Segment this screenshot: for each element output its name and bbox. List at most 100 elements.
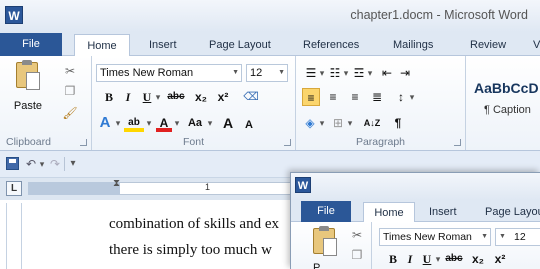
chevron-down-icon[interactable]: ▾: [408, 88, 416, 106]
align-center-icon[interactable]: ≡: [324, 88, 342, 106]
tab-references[interactable]: References: [303, 34, 359, 56]
clipboard-group-label: Clipboard: [6, 136, 51, 148]
chevron-down-icon[interactable]: ▾: [342, 64, 350, 82]
font-size-dropdown[interactable]: 12 ▼: [246, 64, 288, 82]
justify-icon[interactable]: ≣: [368, 88, 386, 106]
chevron-down-icon: ▼: [232, 69, 239, 76]
tab-page-layout[interactable]: Page Layout: [209, 34, 271, 56]
shading-icon[interactable]: ◈: [302, 114, 318, 132]
numbering-icon[interactable]: ☷: [328, 64, 342, 82]
redo-icon[interactable]: ↷: [48, 155, 62, 173]
shrink-font-button[interactable]: A: [242, 116, 256, 134]
align-right-icon[interactable]: ≡: [346, 88, 364, 106]
chevron-down-icon[interactable]: ▾: [346, 114, 354, 132]
tab-review[interactable]: Review: [470, 34, 506, 56]
underline-button[interactable]: U: [421, 250, 433, 268]
font-color-icon[interactable]: A: [156, 114, 172, 132]
paragraph-group: ☰ ▾ ☷ ▾ ☲ ▾ ⇤ ⇥ ≡ ≡ ≡ ≣ ↕ ▾ ◈ ▾ ⊞ ▾ A↓Z …: [296, 56, 466, 150]
save-icon[interactable]: [6, 157, 19, 170]
font-launcher-icon[interactable]: [284, 139, 291, 146]
paste-button[interactable]: P: [309, 226, 345, 269]
document-line: there is simply too much w: [109, 242, 272, 258]
chevron-down-icon[interactable]: ▾: [154, 88, 162, 106]
strikethrough-button[interactable]: abc: [164, 88, 188, 106]
align-left-icon[interactable]: ≡: [302, 88, 320, 106]
document-line: combination of skills and ex: [109, 216, 279, 232]
undo-icon[interactable]: ↶: [24, 155, 38, 173]
tab-insert[interactable]: Insert: [429, 202, 457, 224]
tab-file[interactable]: File: [0, 33, 62, 56]
word-app-icon[interactable]: W: [5, 6, 23, 24]
tab-home[interactable]: Home: [363, 202, 415, 223]
font-name-dropdown[interactable]: Times New Roman ▼: [379, 228, 491, 246]
strikethrough-button[interactable]: abc: [443, 250, 465, 268]
chevron-down-icon[interactable]: ▾: [173, 114, 181, 132]
borders-icon[interactable]: ⊞: [330, 114, 346, 132]
font-name-value: Times New Roman: [100, 67, 194, 79]
copy-icon[interactable]: ❐: [349, 246, 365, 264]
grow-font-button[interactable]: A: [220, 114, 236, 132]
chevron-down-icon: ▼: [481, 233, 488, 240]
ribbon: P ✂ ❐ Times New Roman ▼ ▼ 12 B I U ▾ abc…: [291, 222, 540, 269]
subscript-button[interactable]: x₂: [469, 250, 487, 268]
italic-button[interactable]: I: [405, 250, 415, 268]
show-formatting-button[interactable]: ¶: [390, 114, 406, 132]
chevron-down-icon[interactable]: ▾: [206, 114, 214, 132]
italic-button[interactable]: I: [122, 88, 134, 106]
clipboard-launcher-icon[interactable]: [80, 139, 87, 146]
font-size-dropdown[interactable]: ▼ 12: [495, 228, 540, 246]
tab-selector-button[interactable]: L: [6, 181, 22, 196]
bold-button[interactable]: B: [387, 250, 399, 268]
underline-button[interactable]: U: [140, 88, 154, 106]
tab-page-layout[interactable]: Page Layou: [485, 202, 540, 224]
subscript-button[interactable]: x₂: [192, 88, 210, 106]
tab-mailings[interactable]: Mailings: [393, 34, 433, 56]
font-size-value: 12: [250, 67, 263, 79]
style-caption[interactable]: ¶ Caption: [484, 104, 531, 116]
ruler-left-margin: [28, 182, 120, 195]
change-case-button[interactable]: Aa: [184, 114, 206, 132]
chevron-down-icon: ▼: [499, 233, 506, 240]
chevron-down-icon[interactable]: ▾: [38, 155, 46, 173]
tab-view[interactable]: V: [533, 34, 540, 56]
format-painter-icon[interactable]: 🖌: [62, 104, 78, 122]
tab-file[interactable]: File: [301, 201, 351, 222]
sort-button[interactable]: A↓Z: [362, 114, 382, 132]
chevron-down-icon[interactable]: ▾: [145, 114, 153, 132]
copy-icon[interactable]: ❐: [62, 82, 78, 100]
word-app-icon[interactable]: W: [295, 177, 311, 193]
superscript-button[interactable]: x²: [491, 250, 509, 268]
font-name-value: Times New Roman: [383, 231, 472, 243]
ribbon-tab-row: File Home Insert Page Layout References …: [0, 32, 540, 57]
style-normal-sample[interactable]: AaBbCcD: [474, 80, 540, 102]
font-group: Times New Roman ▼ 12 ▼ B I U ▾ abc x₂ x²…: [92, 56, 296, 150]
tab-home[interactable]: Home: [74, 34, 130, 57]
paste-button[interactable]: Paste: [10, 60, 46, 118]
clear-formatting-icon[interactable]: ⌫: [242, 88, 260, 106]
cut-icon[interactable]: ✂: [62, 62, 78, 80]
bullets-icon[interactable]: ☰: [304, 64, 318, 82]
highlight-icon[interactable]: ab: [124, 114, 144, 132]
text-effects-icon[interactable]: A: [96, 114, 114, 132]
ribbon-tab-row: File Home Insert Page Layou: [291, 200, 540, 224]
chevron-down-icon[interactable]: ▾: [318, 64, 326, 82]
bold-button[interactable]: B: [102, 88, 116, 106]
paragraph-launcher-icon[interactable]: [454, 139, 461, 146]
line-spacing-icon[interactable]: ↕: [394, 88, 408, 106]
superscript-button[interactable]: x²: [214, 88, 232, 106]
customize-qat-icon[interactable]: ▾: [68, 155, 78, 173]
indent-marker-icon[interactable]: ⧗: [113, 178, 120, 189]
vertical-ruler: [6, 203, 22, 269]
cut-icon[interactable]: ✂: [349, 226, 365, 244]
tab-insert[interactable]: Insert: [149, 34, 177, 56]
chevron-down-icon[interactable]: ▾: [318, 114, 326, 132]
chevron-down-icon[interactable]: ▾: [366, 64, 374, 82]
word-window-secondary: W File Home Insert Page Layou P ✂ ❐ Time…: [290, 172, 540, 269]
decrease-indent-icon[interactable]: ⇤: [380, 64, 394, 82]
font-name-dropdown[interactable]: Times New Roman ▼: [96, 64, 242, 82]
increase-indent-icon[interactable]: ⇥: [398, 64, 412, 82]
chevron-down-icon[interactable]: ▾: [434, 250, 442, 268]
multilevel-list-icon[interactable]: ☲: [352, 64, 366, 82]
chevron-down-icon[interactable]: ▾: [114, 114, 122, 132]
paste-label: P: [313, 262, 321, 269]
